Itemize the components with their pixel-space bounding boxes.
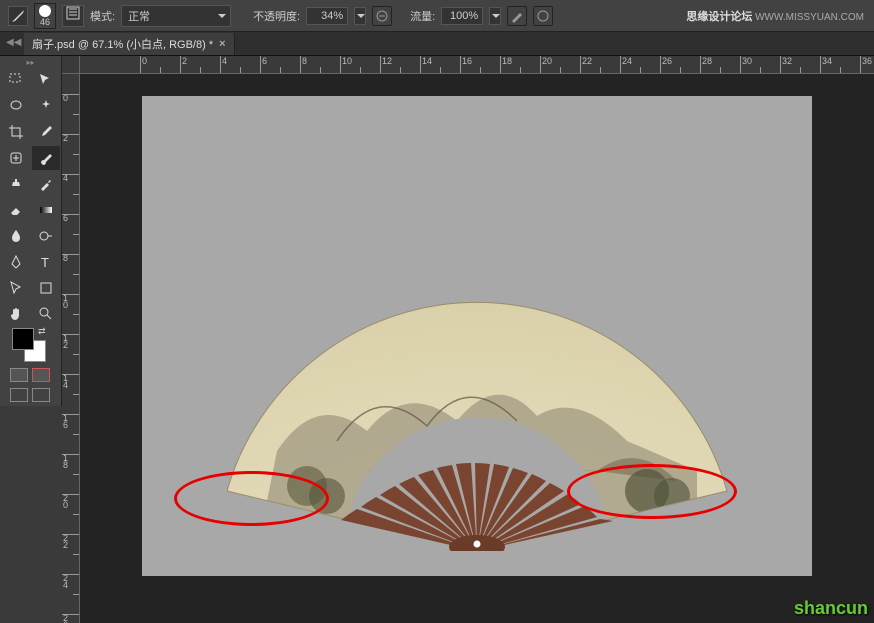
swap-colors-icon[interactable]: ⇄ [38,326,46,337]
selection-tool[interactable] [32,68,60,92]
clone-stamp-tool[interactable] [2,172,30,196]
opacity-dropdown-arrow[interactable] [354,7,366,25]
options-bar: 46 模式: 正常 不透明度: 34% 流量: 100% 思缘设计论坛 WWW.… [0,0,874,32]
pressure-size-icon[interactable] [533,6,553,26]
opacity-value: 34% [321,10,343,22]
quick-mask-mode[interactable] [32,368,50,382]
magic-wand-tool[interactable] [32,94,60,118]
shape-tool[interactable] [32,276,60,300]
blend-mode-value: 正常 [128,11,150,23]
tool-preset-picker[interactable] [8,6,28,26]
watermark: shancun [794,598,868,619]
svg-text:T: T [41,255,49,270]
pen-tool[interactable] [2,250,30,274]
pressure-opacity-icon[interactable] [372,6,392,26]
tools-handle[interactable]: ▸▸ [2,58,59,68]
move-tool[interactable] [2,68,30,92]
zoom-tool[interactable] [32,302,60,326]
lasso-tool[interactable] [2,94,30,118]
foreground-color[interactable] [12,328,34,350]
blur-tool[interactable] [2,224,30,248]
screen-mode-normal[interactable] [10,388,28,402]
brush-dot-icon [39,5,51,17]
color-swatches: ⇄ [2,326,59,364]
flow-label: 流量: [410,8,435,24]
brush-panel-toggle[interactable] [62,5,84,27]
horizontal-ruler[interactable]: 024681012141618202224262830323436 [80,56,874,74]
tools-panel: ▸▸ T ⇄ [0,56,62,406]
brush-tool[interactable] [32,146,60,170]
annotation-ellipse-left [174,471,329,526]
document-canvas[interactable] [142,96,812,576]
gradient-tool[interactable] [32,198,60,222]
eyedropper-tool[interactable] [32,120,60,144]
mode-label: 模式: [90,8,115,24]
dodge-tool[interactable] [32,224,60,248]
site-name: 思缘设计论坛 [686,11,752,23]
document-tab-title: 扇子.psd @ 67.1% (小白点, RGB/8) * [32,36,213,52]
ruler-origin[interactable] [62,56,80,74]
tab-pin-icon[interactable]: ◀◀ [6,37,21,48]
type-tool[interactable]: T [32,250,60,274]
vertical-ruler[interactable]: 02468101214161820222426 [62,74,80,623]
opacity-input[interactable]: 34% [306,7,348,25]
workspace: 024681012141618202224262830323436 024681… [62,56,874,623]
airbrush-icon[interactable] [507,6,527,26]
flow-value: 100% [450,10,478,22]
annotation-ellipse-right [567,464,737,519]
document-tab-row: ◀◀ 扇子.psd @ 67.1% (小白点, RGB/8) * × [0,32,874,56]
healing-brush-tool[interactable] [2,146,30,170]
path-selection-tool[interactable] [2,276,30,300]
brush-size-label: 46 [40,17,50,27]
blend-mode-dropdown[interactable]: 正常 [121,5,231,27]
crop-tool[interactable] [2,120,30,144]
flow-dropdown-arrow[interactable] [489,7,501,25]
flow-input[interactable]: 100% [441,7,483,25]
close-icon[interactable]: × [219,38,225,50]
history-brush-tool[interactable] [32,172,60,196]
header-branding: 思缘设计论坛 WWW.MISSYUAN.COM [686,8,864,24]
brush-preset-picker[interactable]: 46 [34,3,56,29]
eraser-tool[interactable] [2,198,30,222]
site-url: WWW.MISSYUAN.COM [755,12,864,23]
opacity-label: 不透明度: [253,8,300,24]
screen-mode-full[interactable] [32,388,50,402]
hand-tool[interactable] [2,302,30,326]
canvas-area[interactable] [80,74,874,623]
standard-mode[interactable] [10,368,28,382]
document-tab[interactable]: 扇子.psd @ 67.1% (小白点, RGB/8) * × [24,33,235,55]
